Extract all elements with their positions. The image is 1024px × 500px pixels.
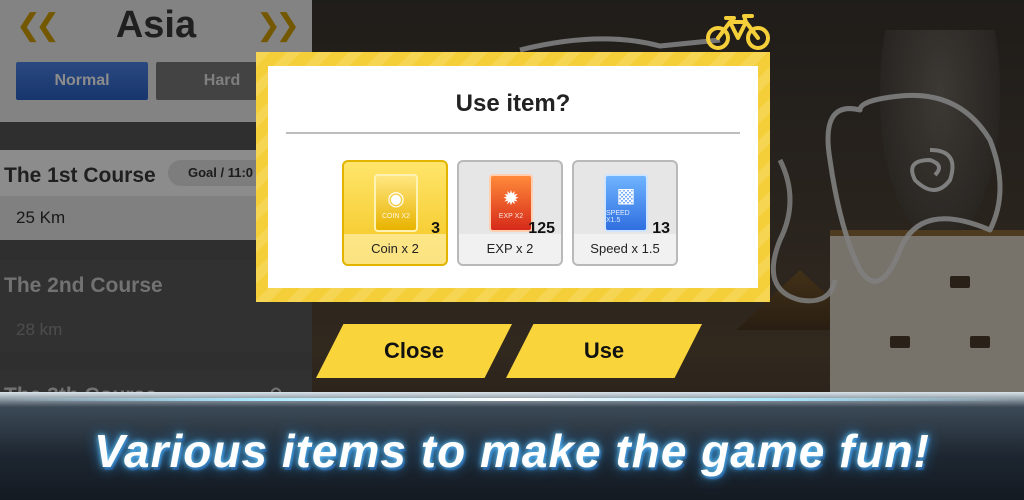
item-card-speed[interactable]: ▩ SPEED X1.5 13 Speed x 1.5: [572, 160, 678, 266]
dialog-body: Use item? ◉ COIN X2 3 Coin x 2 ✹ EXP X2 …: [268, 66, 758, 288]
close-button[interactable]: Close: [316, 324, 512, 378]
use-item-dialog: Use item? ◉ COIN X2 3 Coin x 2 ✹ EXP X2 …: [256, 52, 770, 302]
use-button[interactable]: Use: [506, 324, 702, 378]
dialog-divider: [286, 132, 740, 134]
item-label: Coin x 2: [344, 234, 446, 264]
robot-card-icon: ▩ SPEED X1.5: [604, 174, 648, 232]
dialog-title: Use item?: [455, 90, 571, 117]
item-card-coin[interactable]: ◉ COIN X2 3 Coin x 2: [342, 160, 448, 266]
promo-banner-text: Various items to make the game fun!: [94, 425, 930, 477]
item-card-exp[interactable]: ✹ EXP X2 125 EXP x 2: [457, 160, 563, 266]
item-label: EXP x 2: [459, 234, 561, 264]
bicycle-icon: [706, 14, 770, 50]
flame-card-icon: ✹ EXP X2: [489, 174, 533, 232]
banner-glow-line: [0, 398, 1024, 401]
coin-card-icon: ◉ COIN X2: [374, 174, 418, 232]
item-label: Speed x 1.5: [574, 234, 676, 264]
